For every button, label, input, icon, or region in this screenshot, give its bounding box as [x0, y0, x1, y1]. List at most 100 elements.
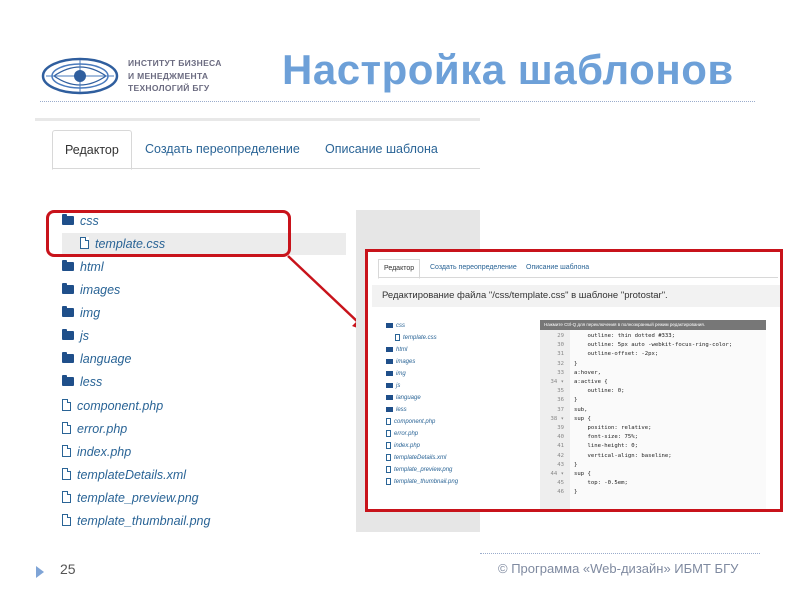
- code-line: 39 position: relative;: [540, 424, 766, 433]
- tab-create-override[interactable]: Создать переопределение: [145, 130, 300, 168]
- tree-label: templateDetails.xml: [77, 468, 187, 482]
- inset-tree-item[interactable]: template.css: [395, 332, 437, 344]
- inset-tree-item[interactable]: component.php: [386, 416, 435, 428]
- inset-tab-template-description[interactable]: Описание шаблона: [526, 259, 589, 277]
- inset-tree-item[interactable]: template_thumbnail.png: [386, 476, 458, 488]
- inset-tree-item[interactable]: img: [386, 368, 406, 380]
- code-text: a:active {: [574, 379, 608, 385]
- tree-label: error.php: [77, 422, 128, 436]
- inset-tree-label: css: [396, 323, 405, 329]
- line-number: 33: [557, 369, 564, 376]
- line-number: 36: [557, 397, 564, 404]
- inset-tree-item[interactable]: index.php: [386, 440, 420, 452]
- logo-text: ИНСТИТУТ БИЗНЕСА И МЕНЕДЖМЕНТА ТЕХНОЛОГИ…: [128, 57, 238, 95]
- code-line: 35 outline: 0;: [540, 387, 766, 396]
- code-text: outline-offset: -2px;: [574, 351, 659, 358]
- line-number: 46: [557, 489, 564, 496]
- code-text: outline: thin dotted #333;: [574, 333, 676, 339]
- tree-file-index-php[interactable]: index.php: [62, 441, 328, 463]
- tab-editor[interactable]: Редактор: [52, 130, 132, 170]
- code-text: }: [574, 489, 578, 496]
- inset-tabs: Редактор Создать переопределение Описани…: [378, 259, 778, 279]
- fullscreen-hint-banner: Нажмите Ctrl-Q для переключения в полноэ…: [540, 320, 766, 330]
- code-line: 44 ▾ sup {: [540, 470, 766, 479]
- line-number: 35: [557, 388, 564, 395]
- folder-icon: [386, 394, 393, 400]
- inset-tree-item[interactable]: error.php: [386, 428, 418, 440]
- file-icon: [386, 417, 391, 425]
- inset-tab-create-override[interactable]: Создать переопределение: [430, 259, 517, 277]
- code-text: sup {: [574, 415, 591, 422]
- tree-folder-language[interactable]: language: [62, 348, 328, 370]
- tree-label: img: [80, 306, 101, 320]
- inset-tree-item[interactable]: css: [386, 320, 405, 332]
- panel-top-bar: [35, 118, 480, 121]
- folder-icon: [62, 305, 74, 317]
- file-icon: [386, 429, 391, 437]
- inset-editing-header: Редактирование файла "/css/template.css"…: [372, 285, 780, 307]
- folder-icon: [62, 351, 74, 363]
- code-line: 37 sub,: [540, 406, 766, 415]
- folder-icon: [62, 328, 74, 340]
- file-icon: [386, 441, 391, 449]
- code-editor[interactable]: 29 outline: thin dotted #333; 30 outline:…: [540, 330, 766, 509]
- tree-file-template-thumbnail-png[interactable]: template_thumbnail.png: [62, 510, 328, 532]
- code-text: top: -0.5em;: [574, 480, 628, 487]
- inset-tree-label: index.php: [394, 443, 421, 449]
- tab-template-description[interactable]: Описание шаблона: [325, 130, 438, 168]
- line-number: 39: [557, 425, 564, 431]
- tree-file-component-php[interactable]: component.php: [62, 395, 328, 417]
- tree-file-template-preview-png[interactable]: template_preview.png: [62, 487, 328, 509]
- tree-label: images: [80, 283, 121, 297]
- code-line: 41 line-height: 0;: [540, 442, 766, 451]
- code-text: }: [574, 360, 578, 367]
- inset-tabs-baseline: [378, 277, 778, 278]
- code-line: 40 font-size: 75%;: [540, 433, 766, 442]
- inset-tree-item[interactable]: html: [386, 344, 407, 356]
- inset-tree-item[interactable]: js: [386, 380, 400, 392]
- logo-line-2: И МЕНЕДЖМЕНТА: [128, 70, 209, 81]
- code-line: 31 outline-offset: -2px;: [540, 350, 766, 359]
- title-divider: [40, 101, 755, 102]
- line-number: 41: [557, 443, 564, 450]
- code-line: 38 ▾ sup {: [540, 415, 766, 424]
- tree-file-error-php[interactable]: error.php: [62, 418, 328, 440]
- folder-icon: [386, 370, 393, 376]
- line-number: 43: [557, 461, 564, 468]
- inset-tree-item[interactable]: templateDetails.xml: [386, 452, 446, 464]
- logo-line-3: ТЕХНОЛОГИЙ БГУ: [128, 83, 210, 93]
- code-line: 42 vertical-align: baseline;: [540, 452, 766, 461]
- code-line: 34 ▾ a:active {: [540, 378, 766, 387]
- code-text: line-height: 0;: [574, 443, 638, 450]
- folder-icon: [62, 282, 74, 294]
- inset-tree-item[interactable]: language: [386, 392, 421, 404]
- inset-tree-label: img: [396, 371, 406, 377]
- inset-tree-label: language: [396, 395, 421, 401]
- code-text: position: relative;: [574, 425, 652, 431]
- tree-label: index.php: [77, 445, 132, 459]
- folder-icon: [386, 382, 393, 388]
- code-line: 36}: [540, 396, 766, 405]
- inset-tree-item[interactable]: less: [386, 404, 407, 416]
- tree-file-templatedetails-xml[interactable]: templateDetails.xml: [62, 464, 328, 486]
- code-text: outline: 5px auto -webkit-focus-ring-col…: [574, 342, 733, 349]
- code-text: font-size: 75%;: [574, 434, 638, 441]
- logo-line-1: ИНСТИТУТ БИЗНЕСА: [128, 58, 222, 68]
- folder-icon: [62, 374, 74, 386]
- file-icon: [386, 465, 391, 473]
- inset-tab-editor[interactable]: Редактор: [378, 259, 421, 279]
- line-number: 37: [557, 406, 564, 413]
- code-text: outline: 0;: [574, 388, 625, 395]
- code-line: 32}: [540, 360, 766, 369]
- line-number: 42: [557, 452, 564, 459]
- inset-tree-item[interactable]: images: [386, 356, 415, 368]
- tree-label: template_preview.png: [77, 491, 199, 505]
- footer-text: © Программа «Web-дизайн» ИБМТ БГУ: [498, 561, 739, 576]
- code-line: 33 a:hover,: [540, 369, 766, 378]
- line-number: 40: [557, 434, 564, 441]
- line-number: 38 ▾: [550, 415, 564, 422]
- file-icon: [395, 333, 400, 341]
- code-line: 46}: [540, 488, 766, 497]
- inset-tree-item[interactable]: template_preview.png: [386, 464, 452, 476]
- tree-folder-less[interactable]: less: [62, 371, 328, 393]
